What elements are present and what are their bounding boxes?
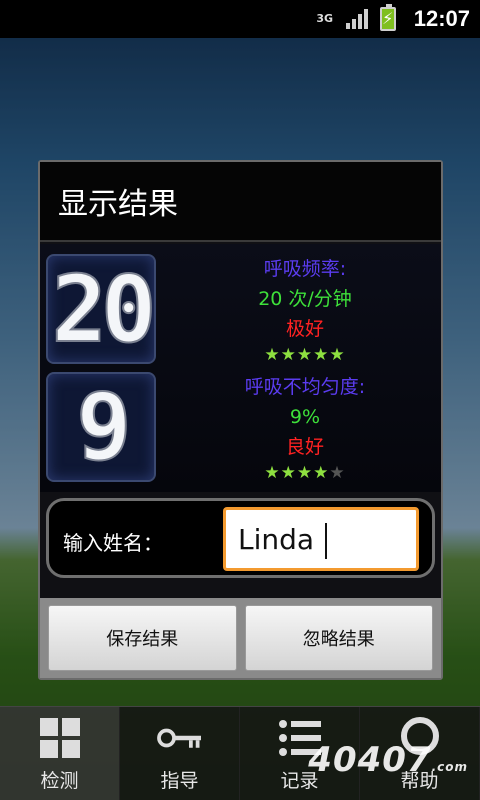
button-bar: 保存结果 忽略结果 xyxy=(40,598,441,678)
breathing-rate-stars: ★★★★★ xyxy=(190,344,420,366)
watermark: 40407.com xyxy=(308,740,468,780)
irregularity-stars: ★★★★★ xyxy=(190,462,420,484)
star-filled-icon: ★ xyxy=(296,345,314,365)
star-filled-icon: ★ xyxy=(296,463,314,483)
ignore-result-button[interactable]: 忽略结果 xyxy=(244,605,433,671)
tab-guide[interactable]: 指导 xyxy=(120,707,240,800)
breathing-rate-display: 20 xyxy=(46,254,158,364)
signal-icon xyxy=(345,9,368,29)
star-filled-icon: ★ xyxy=(329,345,346,365)
star-filled-icon: ★ xyxy=(264,463,281,483)
name-label: 输入姓名： xyxy=(63,531,163,555)
save-result-button[interactable]: 保存结果 xyxy=(48,605,237,671)
text-caret xyxy=(325,523,327,559)
star-filled-icon: ★ xyxy=(280,463,297,483)
battery-charging-icon: ⚡ xyxy=(379,4,396,31)
key-icon xyxy=(156,728,201,748)
breathing-rate-label: 呼吸频率: xyxy=(263,258,347,280)
star-filled-icon: ★ xyxy=(313,345,330,365)
star-filled-icon: ★ xyxy=(313,463,330,483)
star-filled-icon: ★ xyxy=(280,345,297,365)
status-bar: 3G ⚡ 12:07 xyxy=(0,0,480,38)
breathing-rate-digits: 20 xyxy=(51,255,158,364)
dialog-title: 显示结果 xyxy=(40,162,441,242)
name-input[interactable] xyxy=(223,507,419,571)
grid-icon xyxy=(39,718,80,758)
irregularity-metric: 呼吸不均匀度: 9% 良好 ★★★★★ xyxy=(190,372,420,484)
breathing-rate-metric: 呼吸频率: 20 次/分钟 极好 ★★★★★ xyxy=(190,254,420,366)
irregularity-digits: 9 xyxy=(75,373,132,482)
tab-label: 指导 xyxy=(160,770,199,792)
irregularity-display: 9 xyxy=(46,372,156,482)
name-row: 输入姓名： xyxy=(46,498,435,578)
tab-label: 检测 xyxy=(40,770,79,792)
network-type: 3G xyxy=(316,12,334,25)
breathing-rate-value: 20 次/分钟 xyxy=(258,288,352,310)
irregularity-label: 呼吸不均匀度: xyxy=(244,376,366,398)
results-panel: 20 呼吸频率: 20 次/分钟 极好 ★★★★★ 9 呼吸不均匀度: 9% 良… xyxy=(40,244,441,492)
irregularity-value: 9% xyxy=(289,406,321,428)
tab-detect[interactable]: 检测 xyxy=(0,707,120,800)
star-empty-icon: ★ xyxy=(329,463,346,483)
results-dialog: 显示结果 20 呼吸频率: 20 次/分钟 极好 ★★★★★ 9 呼吸不均匀度:… xyxy=(38,160,443,680)
breathing-rate-rating: 极好 xyxy=(285,318,324,340)
star-filled-icon: ★ xyxy=(264,345,281,365)
clock: 12:07 xyxy=(413,6,470,31)
irregularity-rating: 良好 xyxy=(285,436,324,458)
